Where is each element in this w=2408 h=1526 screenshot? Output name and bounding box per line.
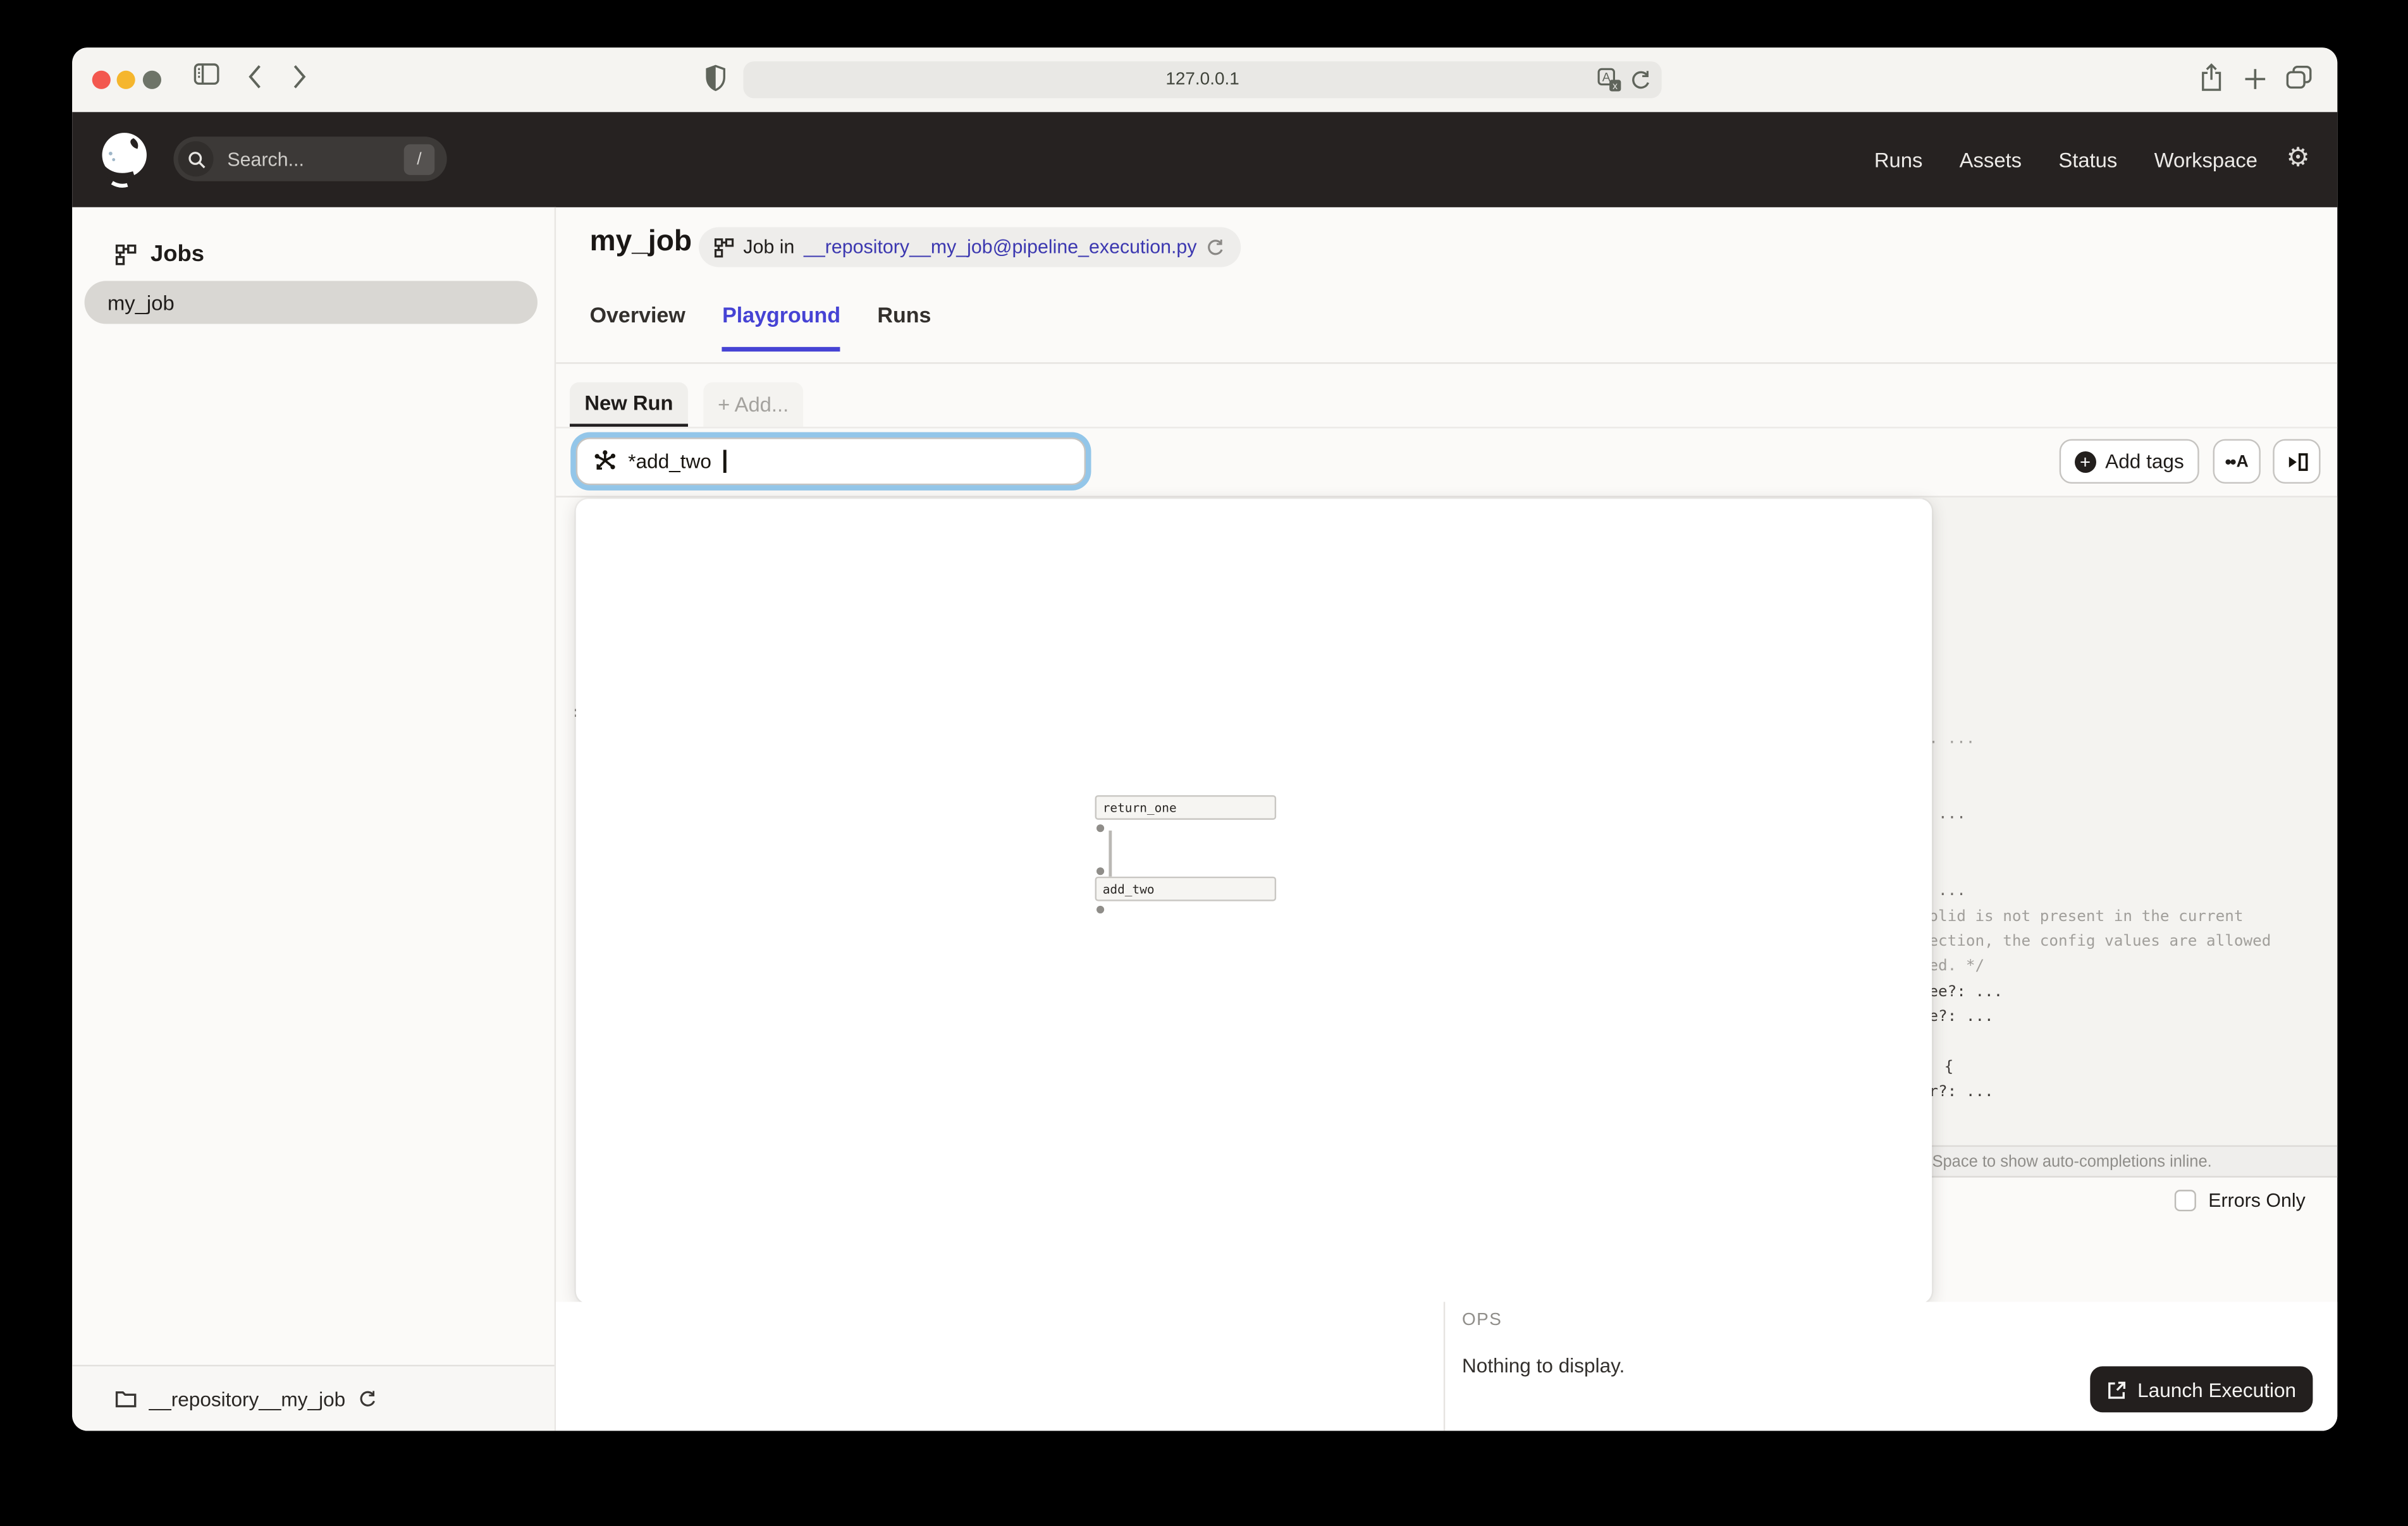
share-icon[interactable] — [2199, 63, 2224, 92]
autocomplete-hint-text: +Space to show auto-completions inline. — [1923, 1152, 2212, 1171]
privacy-shield-icon[interactable] — [705, 64, 727, 92]
repository-footer[interactable]: __repository__my_job — [72, 1365, 555, 1431]
output-port-dot — [1096, 906, 1104, 913]
folder-icon — [115, 1389, 137, 1408]
dagster-logo[interactable] — [94, 129, 155, 190]
add-tab-label: + Add... — [718, 393, 789, 416]
graph-canvas[interactable]: return_one add_two — [576, 499, 1932, 1303]
page-title: my_job — [590, 226, 692, 259]
playground-workspace: : { . ... { : ... : ... solid is not pre… — [556, 496, 2337, 1302]
op-selector-input[interactable]: *add_two — [576, 437, 1086, 485]
errors-only-checkbox[interactable] — [2175, 1190, 2196, 1211]
tab-overview[interactable]: Overview — [590, 302, 685, 351]
jobs-sidebar: Jobs my_job __repository__my_job — [72, 207, 556, 1431]
breadcrumb-prefix: Job in — [743, 236, 794, 258]
launch-execution-label: Launch Execution — [2137, 1378, 2296, 1401]
launch-execution-button[interactable]: Launch Execution — [2090, 1366, 2313, 1412]
sidebar-item-label: my_job — [108, 291, 175, 314]
tab-overview-icon[interactable] — [2285, 64, 2313, 90]
breadcrumb: Job in __repository__my_job@pipeline_exe… — [699, 227, 1241, 267]
job-icon — [714, 237, 734, 257]
forward-button[interactable] — [292, 64, 307, 89]
nav-runs[interactable]: Runs — [1874, 148, 1923, 171]
breadcrumb-reload-icon[interactable] — [1206, 237, 1226, 257]
input-port-dot — [1096, 867, 1104, 875]
breadcrumb-repo-link[interactable]: __repository__my_job@pipeline_execution.… — [804, 236, 1196, 258]
add-tags-label: Add tags — [2105, 450, 2184, 473]
back-button[interactable] — [247, 64, 262, 89]
minimize-window-button[interactable] — [117, 71, 135, 89]
new-run-tab-label: New Run — [584, 391, 673, 414]
ops-empty-message: Nothing to display. — [1462, 1354, 1625, 1377]
svg-text:x: x — [1612, 81, 1618, 92]
run-tabs-divider — [556, 427, 2337, 428]
bottom-panel-divider — [1444, 1302, 1445, 1431]
repository-name: __repository__my_job — [149, 1387, 346, 1410]
tab-runs[interactable]: Runs — [877, 302, 931, 351]
sidebar-item-my-job[interactable]: my_job — [85, 281, 538, 324]
text-caret — [723, 450, 726, 473]
bottom-panel: OPS Nothing to display. Launch Execution — [556, 1302, 2337, 1431]
search-input[interactable] — [224, 147, 384, 171]
op-selector-icon — [593, 449, 617, 473]
jobs-icon — [115, 243, 137, 265]
play-panel-icon — [2284, 449, 2309, 473]
output-port-dot — [1096, 824, 1104, 832]
graph-node-return-one[interactable]: return_one — [1095, 795, 1277, 820]
graph-node-add-two[interactable]: add_two — [1095, 877, 1277, 901]
global-search[interactable]: / — [173, 137, 446, 181]
op-selector-value: *add_two — [628, 450, 711, 473]
code-line: . ... — [1929, 731, 1975, 748]
add-tags-button[interactable]: + Add tags — [2060, 439, 2199, 484]
code-line: ree?: ... — [1920, 984, 2003, 1001]
code-line: solid is not present in the current — [1920, 909, 2244, 926]
autocomplete-dots-icon: •• — [2225, 451, 2235, 472]
errors-only-row: Errors Only — [1923, 1190, 2338, 1211]
add-run-config-tab[interactable]: + Add... — [703, 382, 803, 427]
sidebar-toggle-icon[interactable] — [194, 63, 221, 86]
close-window-button[interactable] — [92, 71, 111, 89]
graph-edge — [1109, 831, 1111, 877]
svg-text:A: A — [1602, 71, 1611, 85]
tab-playground[interactable]: Playground — [722, 302, 840, 351]
main-content: my_job Job in __repository__my_job@pipel… — [556, 207, 2337, 1431]
plus-circle-icon: + — [2075, 451, 2096, 472]
zoom-window-button[interactable] — [143, 71, 161, 89]
translate-icon[interactable]: A x — [1597, 68, 1622, 92]
browser-toolbar: 127.0.0.1 A x — [72, 47, 2337, 112]
sidebar-title: Jobs — [150, 241, 204, 267]
autocomplete-letter: A — [2237, 452, 2249, 470]
sidebar-section-header: Jobs — [115, 241, 204, 267]
nav-workspace[interactable]: Workspace — [2154, 148, 2258, 171]
desktop: 127.0.0.1 A x — [0, 0, 2408, 1526]
search-shortcut-badge: / — [404, 143, 435, 174]
errors-only-label: Errors Only — [2208, 1190, 2305, 1211]
ops-section-label: OPS — [1462, 1311, 1502, 1329]
expand-panel-button[interactable] — [2273, 439, 2320, 484]
settings-gear-icon[interactable]: ⚙ — [2287, 144, 2310, 170]
external-link-icon — [2107, 1379, 2127, 1400]
top-nav: Runs Assets Status Workspace — [1874, 112, 2258, 207]
search-icon — [178, 141, 214, 176]
browser-window: 127.0.0.1 A x — [72, 47, 2337, 1431]
code-line: lection, the config values are allowed — [1920, 934, 2271, 951]
config-editor[interactable] — [1923, 497, 2338, 1145]
tabs-divider — [556, 362, 2337, 363]
autocomplete-button[interactable]: ••A — [2213, 439, 2261, 484]
new-tab-icon[interactable] — [2244, 68, 2266, 90]
nav-assets[interactable]: Assets — [1960, 148, 2022, 171]
new-run-tab[interactable]: New Run — [570, 382, 688, 427]
address-bar[interactable]: 127.0.0.1 A x — [743, 61, 1661, 98]
url-text: 127.0.0.1 — [1165, 71, 1239, 89]
autocomplete-hint-bar: +Space to show auto-completions inline. — [1923, 1145, 2338, 1178]
nav-status[interactable]: Status — [2058, 148, 2117, 171]
app-header: / Runs Assets Status Workspace ⚙ — [72, 112, 2337, 207]
page-tabs: Overview Playground Runs — [590, 302, 931, 351]
reload-repository-icon[interactable] — [358, 1389, 378, 1409]
reload-icon[interactable] — [1630, 68, 1652, 91]
